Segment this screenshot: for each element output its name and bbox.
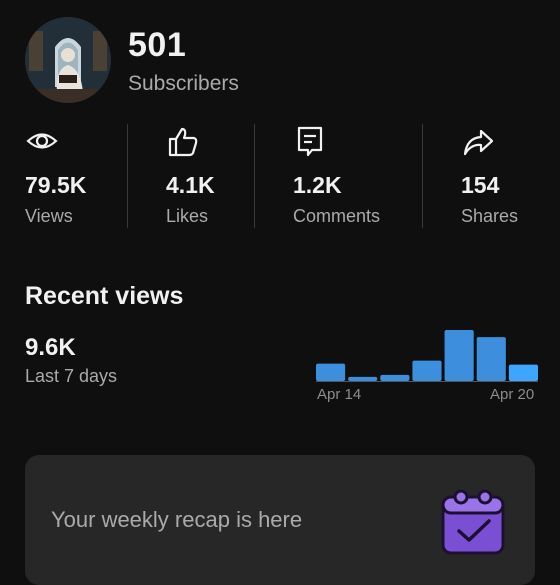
comment-icon: [297, 126, 323, 157]
recent-views-value: 9.6K: [25, 334, 76, 361]
thumbs-up-icon: [168, 127, 198, 157]
chart-bar: [380, 374, 410, 381]
stat-value: 1.2K: [293, 172, 342, 198]
stat-label: Shares: [461, 206, 519, 226]
subscriber-label: Subscribers: [128, 72, 239, 95]
stat-value: 4.1K: [166, 172, 215, 198]
chart-bar: [316, 363, 346, 381]
recent-views-chart[interactable]: [316, 322, 538, 382]
recent-views-heading: Recent views: [25, 282, 184, 310]
chart-bar: [412, 360, 442, 381]
recent-views-period: Last 7 days: [25, 366, 118, 386]
chart-bar: [476, 337, 506, 381]
subscriber-count: 501: [128, 26, 187, 64]
stat-label: Likes: [166, 206, 209, 226]
chart-axis-end-label: Apr 20: [490, 386, 535, 403]
stat-value: 154: [461, 172, 500, 198]
weekly-recap-text: Your weekly recap is here: [51, 507, 303, 532]
eye-icon: [26, 133, 58, 149]
stat-label: Views: [25, 206, 73, 226]
channel-avatar[interactable]: [25, 17, 111, 103]
weekly-recap-card[interactable]: Your weekly recap is here: [25, 455, 535, 585]
chart-axis-start-label: Apr 14: [317, 386, 362, 403]
chart-bar: [508, 364, 538, 381]
chart-bar: [444, 330, 474, 381]
stat-label: Comments: [293, 206, 381, 226]
calendar-check-icon: [441, 489, 505, 555]
stat-value: 79.5K: [25, 172, 87, 198]
share-icon: [463, 129, 494, 156]
stat-divider: [422, 124, 423, 228]
stat-divider: [254, 124, 255, 228]
chart-bar: [348, 376, 378, 381]
stats-row: 79.5K Views 4.1K Likes 1.2K Comments 154…: [0, 120, 560, 230]
stat-divider: [127, 124, 128, 228]
